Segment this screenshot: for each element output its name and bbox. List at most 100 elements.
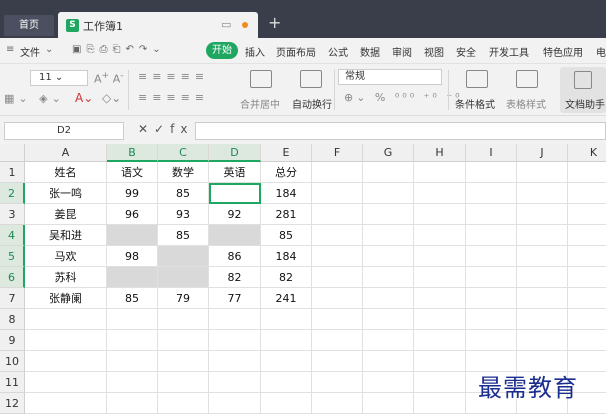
cell-d3[interactable]: 92: [209, 204, 261, 225]
cell-k5[interactable]: [568, 246, 606, 267]
row-header-1[interactable]: 1: [0, 162, 25, 183]
number-format-select[interactable]: 常规: [338, 69, 442, 85]
cell-k2[interactable]: [568, 183, 606, 204]
column-header-b[interactable]: B: [107, 144, 158, 162]
cell-c9[interactable]: [158, 330, 209, 351]
cell-a4[interactable]: 吴和进: [25, 225, 107, 246]
row-header-11[interactable]: 11: [0, 372, 25, 393]
menu-security[interactable]: 安全: [456, 44, 476, 59]
cell-d8[interactable]: [209, 309, 261, 330]
column-header-d[interactable]: D: [209, 144, 261, 162]
column-header-f[interactable]: F: [312, 144, 363, 162]
cell-d10[interactable]: [209, 351, 261, 372]
cell-b7[interactable]: 85: [107, 288, 158, 309]
cell-d7[interactable]: 77: [209, 288, 261, 309]
cell-a9[interactable]: [25, 330, 107, 351]
cell-k7[interactable]: [568, 288, 606, 309]
cell-g3[interactable]: [363, 204, 414, 225]
cell-g7[interactable]: [363, 288, 414, 309]
menu-view[interactable]: 视图: [424, 44, 444, 59]
menu-file[interactable]: 文件: [20, 44, 40, 59]
cell-d11[interactable]: [209, 372, 261, 393]
column-header-a[interactable]: A: [25, 144, 107, 162]
cell-a2[interactable]: 张一鸣: [25, 183, 107, 204]
table-style-button[interactable]: 表格样式: [506, 96, 546, 111]
cell-i2[interactable]: [466, 183, 517, 204]
cell-c8[interactable]: [158, 309, 209, 330]
cell-h2[interactable]: [414, 183, 466, 204]
cell-j6[interactable]: [517, 267, 568, 288]
cell-e11[interactable]: [261, 372, 312, 393]
column-header-j[interactable]: J: [517, 144, 568, 162]
cell-k8[interactable]: [568, 309, 606, 330]
cell-g12[interactable]: [363, 393, 414, 414]
cell-i6[interactable]: [466, 267, 517, 288]
cell-b9[interactable]: [107, 330, 158, 351]
cell-c2[interactable]: 85: [158, 183, 209, 204]
column-header-e[interactable]: E: [261, 144, 312, 162]
cell-g10[interactable]: [363, 351, 414, 372]
cell-k3[interactable]: [568, 204, 606, 225]
column-header-g[interactable]: G: [363, 144, 414, 162]
fx-icon[interactable]: fx: [170, 122, 193, 136]
cell-j9[interactable]: [517, 330, 568, 351]
font-color-icon[interactable]: A⌄: [75, 91, 93, 105]
cell-c7[interactable]: 79: [158, 288, 209, 309]
cell-g1[interactable]: [363, 162, 414, 183]
cell-i8[interactable]: [466, 309, 517, 330]
quick-access-icons[interactable]: ▣⎘⎙⎗↶↷⌄: [72, 44, 166, 55]
cell-a11[interactable]: [25, 372, 107, 393]
cell-b6[interactable]: [107, 267, 158, 288]
cell-c6[interactable]: [158, 267, 209, 288]
wrap-text-icon[interactable]: [300, 70, 322, 88]
menu-review[interactable]: 审阅: [392, 44, 412, 59]
formula-input[interactable]: [195, 122, 606, 140]
cell-f5[interactable]: [312, 246, 363, 267]
chevron-down-icon[interactable]: ⌄: [45, 44, 53, 55]
row-header-2[interactable]: 2: [0, 183, 25, 204]
cell-j5[interactable]: [517, 246, 568, 267]
cell-f2[interactable]: [312, 183, 363, 204]
cell-f4[interactable]: [312, 225, 363, 246]
cell-h1[interactable]: [414, 162, 466, 183]
cell-d2[interactable]: [209, 183, 261, 204]
menu-data[interactable]: 数据: [360, 44, 380, 59]
row-header-4[interactable]: 4: [0, 225, 25, 246]
cell-c4[interactable]: 85: [158, 225, 209, 246]
row-header-8[interactable]: 8: [0, 309, 25, 330]
cell-a3[interactable]: 姜昆: [25, 204, 107, 225]
cell-h6[interactable]: [414, 267, 466, 288]
cell-a5[interactable]: 马欢: [25, 246, 107, 267]
cell-e5[interactable]: 184: [261, 246, 312, 267]
cell-c1[interactable]: 数学: [158, 162, 209, 183]
cell-g2[interactable]: [363, 183, 414, 204]
row-header-5[interactable]: 5: [0, 246, 25, 267]
cell-e9[interactable]: [261, 330, 312, 351]
column-header-c[interactable]: C: [158, 144, 209, 162]
cell-h5[interactable]: [414, 246, 466, 267]
cell-e12[interactable]: [261, 393, 312, 414]
row-header-3[interactable]: 3: [0, 204, 25, 225]
cell-c11[interactable]: [158, 372, 209, 393]
cell-a8[interactable]: [25, 309, 107, 330]
clear-format-icon[interactable]: ◇⌄: [102, 91, 121, 105]
cell-a1[interactable]: 姓名: [25, 162, 107, 183]
cell-d4[interactable]: [209, 225, 261, 246]
cell-h9[interactable]: [414, 330, 466, 351]
cell-h7[interactable]: [414, 288, 466, 309]
row-header-9[interactable]: 9: [0, 330, 25, 351]
wrap-text-button[interactable]: 自动换行: [292, 96, 332, 111]
font-size-select[interactable]: 11 ⌄: [30, 70, 88, 86]
cell-a6[interactable]: 苏科: [25, 267, 107, 288]
cell-b10[interactable]: [107, 351, 158, 372]
cell-b1[interactable]: 语文: [107, 162, 158, 183]
border-fill-icons[interactable]: ▦⌄ ◈⌄: [4, 92, 65, 105]
cell-b2[interactable]: 99: [107, 183, 158, 204]
cell-i5[interactable]: [466, 246, 517, 267]
cell-i1[interactable]: [466, 162, 517, 183]
tab-home[interactable]: 首页: [4, 15, 54, 36]
cell-e4[interactable]: 85: [261, 225, 312, 246]
cell-f9[interactable]: [312, 330, 363, 351]
cell-h3[interactable]: [414, 204, 466, 225]
cell-a7[interactable]: 张静阑: [25, 288, 107, 309]
